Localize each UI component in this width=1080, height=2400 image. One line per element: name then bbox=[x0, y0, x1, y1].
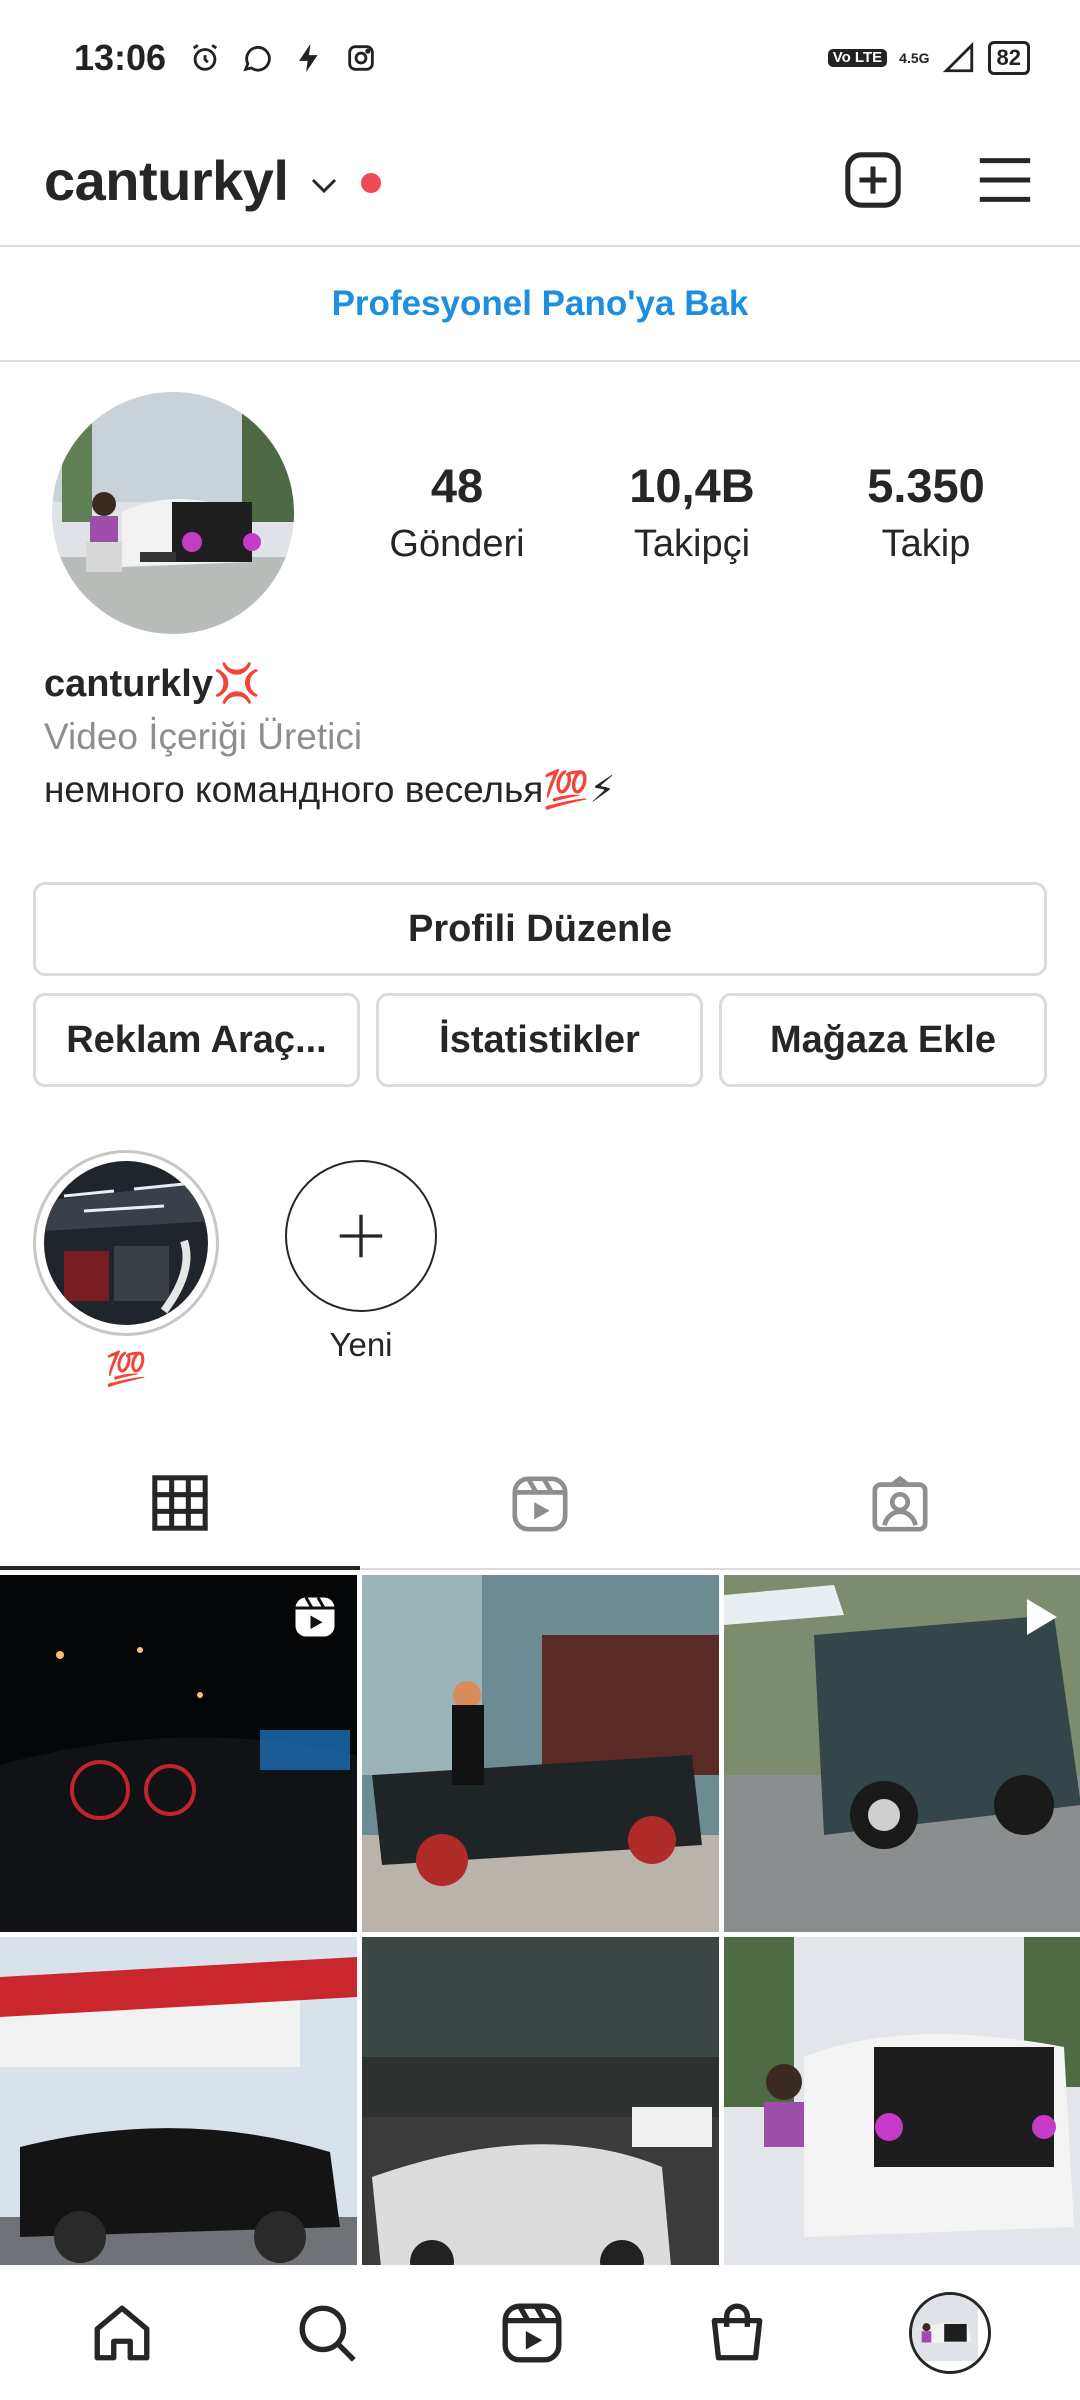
tab-reels[interactable] bbox=[360, 1440, 720, 1570]
highlight-cover bbox=[33, 1150, 219, 1336]
video-play-icon bbox=[1027, 1599, 1057, 1635]
post-image bbox=[362, 1937, 719, 2294]
pro-dashboard-link[interactable]: Profesyonel Pano'ya Bak bbox=[332, 284, 749, 324]
profile-avatar-image bbox=[52, 392, 294, 634]
stat-label: Gönderi bbox=[389, 523, 525, 565]
bottom-navigation bbox=[0, 2265, 1080, 2400]
stat-following[interactable]: 5.350 Takip bbox=[816, 458, 1036, 566]
search-icon[interactable] bbox=[294, 2300, 360, 2366]
volte-badge: Vo LTE bbox=[827, 48, 888, 67]
reels-icon bbox=[512, 1476, 568, 1532]
new-highlight-circle bbox=[285, 1160, 437, 1312]
chevron-down-icon[interactable] bbox=[309, 175, 339, 195]
stat-label: Takip bbox=[881, 523, 971, 565]
reels-icon[interactable] bbox=[499, 2300, 565, 2366]
post-thumbnail[interactable] bbox=[0, 1575, 357, 1932]
stat-value: 10,4B bbox=[629, 459, 755, 512]
tagged-icon bbox=[872, 1475, 928, 1532]
post-thumbnail[interactable] bbox=[362, 1937, 719, 2294]
signal-icon bbox=[942, 41, 973, 72]
profile-avatar[interactable] bbox=[52, 392, 294, 634]
new-highlight[interactable]: Yeni bbox=[285, 1160, 437, 1364]
plus-icon bbox=[339, 1214, 383, 1258]
stat-value: 5.350 bbox=[867, 459, 985, 512]
status-time: 13:06 bbox=[74, 36, 167, 78]
pro-dashboard-bar[interactable]: Profesyonel Pano'ya Bak bbox=[0, 245, 1080, 362]
status-system-icons: Vo LTE 4.5G 82 bbox=[827, 40, 1030, 75]
status-notification-icons bbox=[188, 41, 378, 75]
tab-grid[interactable] bbox=[0, 1440, 360, 1570]
insights-button[interactable]: İstatistikler bbox=[376, 993, 703, 1087]
home-icon[interactable] bbox=[89, 2300, 155, 2366]
stat-followers[interactable]: 10,4B Takipçi bbox=[582, 458, 802, 566]
shop-icon[interactable] bbox=[704, 2300, 770, 2366]
post-thumbnail[interactable] bbox=[724, 1937, 1080, 2294]
post-thumbnail[interactable] bbox=[724, 1575, 1080, 1932]
stat-posts[interactable]: 48 Gönderi bbox=[347, 458, 567, 566]
ad-tools-button[interactable]: Reklam Araç... bbox=[33, 993, 360, 1087]
highlight-label: 💯 bbox=[105, 1350, 147, 1387]
profile-category: Video İçeriği Üretici bbox=[44, 716, 363, 757]
bio-text: немного командного веселья💯⚡ bbox=[44, 769, 616, 810]
display-name: canturkly💢 bbox=[44, 663, 261, 705]
network-type: 4.5G bbox=[899, 49, 930, 66]
highlight-label: Yeni bbox=[329, 1326, 393, 1363]
alarm-icon bbox=[192, 43, 218, 71]
post-thumbnail[interactable] bbox=[362, 1575, 719, 1932]
profile-avatar[interactable] bbox=[908, 2291, 991, 2374]
instagram-icon bbox=[348, 44, 374, 71]
add-shop-button[interactable]: Mağaza Ekle bbox=[719, 993, 1047, 1087]
edit-profile-button[interactable]: Profili Düzenle bbox=[33, 882, 1047, 976]
post-image bbox=[362, 1575, 719, 1932]
account-username[interactable]: canturkyl bbox=[44, 148, 289, 213]
post-thumbnail[interactable] bbox=[0, 1937, 357, 2294]
grid-icon bbox=[152, 1475, 208, 1531]
stat-value: 48 bbox=[430, 459, 484, 512]
status-bar: 13:06 Vo LTE 4.5G 82 bbox=[0, 0, 1080, 115]
highlight-item[interactable]: 💯 bbox=[33, 1150, 219, 1389]
tab-tagged[interactable] bbox=[720, 1440, 1080, 1570]
battery-indicator: 82 bbox=[987, 40, 1030, 75]
notification-dot bbox=[360, 173, 381, 193]
profile-header: canturkyl bbox=[0, 120, 1080, 240]
highlight-cover-image bbox=[44, 1161, 208, 1325]
nav-avatar-image bbox=[911, 2294, 978, 2361]
profile-tabs bbox=[0, 1440, 1080, 1570]
reels-icon bbox=[295, 1596, 335, 1637]
whatsapp-icon bbox=[243, 45, 271, 71]
post-image bbox=[0, 1937, 357, 2294]
post-image bbox=[724, 1937, 1080, 2294]
flash-icon bbox=[299, 43, 318, 72]
menu-icon[interactable] bbox=[974, 149, 1036, 211]
post-grid bbox=[0, 1575, 1080, 2294]
profile-bio: canturkly💢 Video İçeriği Üretici немного… bbox=[44, 662, 1034, 812]
stat-label: Takipçi bbox=[633, 523, 751, 565]
new-post-icon[interactable] bbox=[842, 149, 904, 211]
